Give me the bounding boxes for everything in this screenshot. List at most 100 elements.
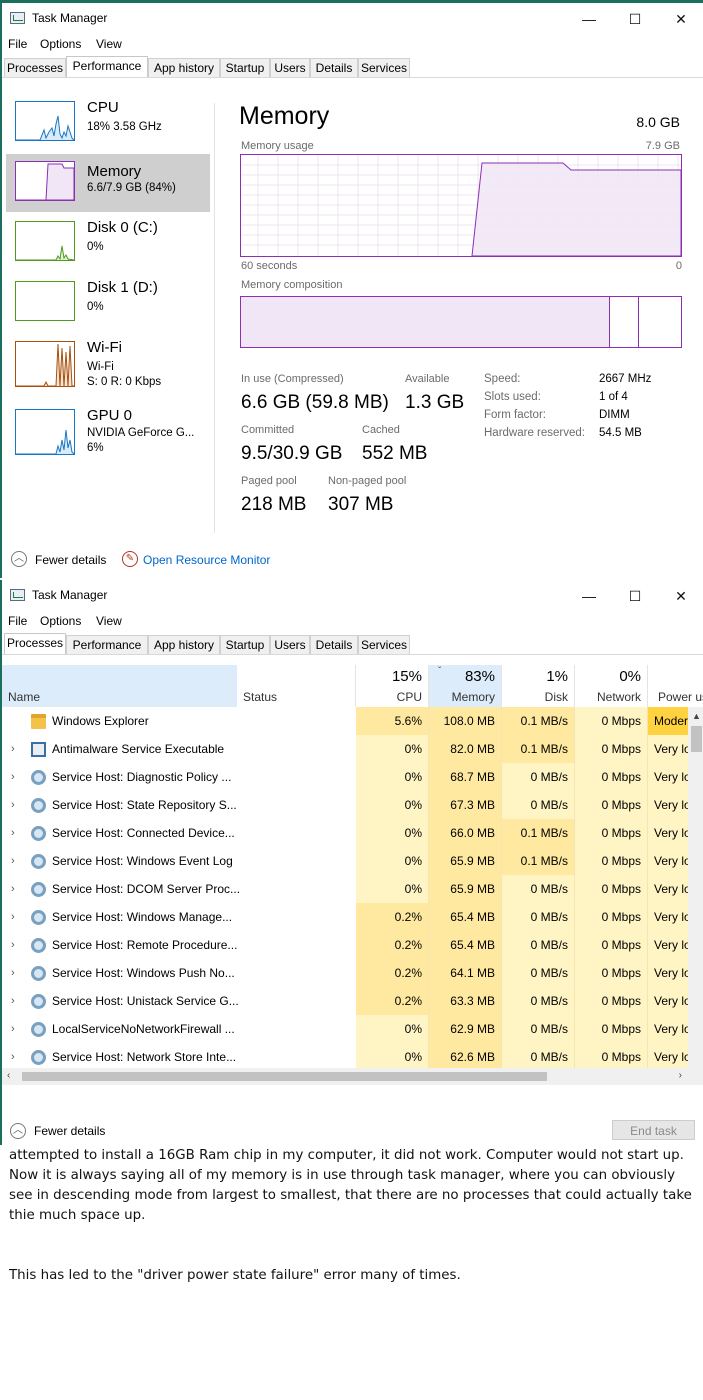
hw-speed-label: Speed: <box>484 373 521 385</box>
tab-services[interactable]: Services <box>358 58 410 77</box>
tab-app-history[interactable]: App history <box>148 635 220 654</box>
scroll-left-arrow-icon[interactable]: ‹ <box>7 1070 10 1081</box>
table-header: Name Status 15% CPU ˇ 83% Memory 1% Disk… <box>2 665 703 707</box>
scroll-up-arrow-icon[interactable]: ▲ <box>692 711 701 721</box>
in-use-label: In use (Compressed) <box>241 373 344 385</box>
table-row[interactable]: › Service Host: Windows Push No... 0.2% 64.… <box>2 959 703 987</box>
tab-users[interactable]: Users <box>270 635 310 654</box>
menu-view[interactable]: View <box>96 37 122 51</box>
table-row[interactable]: › Service Host: DCOM Server Proc... 0% 65.9… <box>2 875 703 903</box>
table-row[interactable]: › Service Host: Network Store Inte... 0% 62… <box>2 1043 703 1071</box>
vertical-scroll-thumb[interactable] <box>691 726 702 752</box>
menu-view[interactable]: View <box>96 614 122 628</box>
table-row[interactable]: › Service Host: Connected Device... 0% 66.0… <box>2 819 703 847</box>
tab-users[interactable]: Users <box>270 58 310 77</box>
expand-chevron-icon[interactable]: › <box>11 735 15 763</box>
tab-details[interactable]: Details <box>310 635 358 654</box>
minimize-button[interactable]: — <box>566 7 612 31</box>
menu-options[interactable]: Options <box>40 614 81 628</box>
sidebar-item-wifi[interactable]: Wi-Fi Wi-Fi S: 0 R: 0 Kbps <box>6 334 210 392</box>
process-disk-cell: 0 MB/s <box>502 959 575 987</box>
tab-services[interactable]: Services <box>358 635 410 654</box>
column-network[interactable]: 0% Network <box>575 665 648 707</box>
tab-startup[interactable]: Startup <box>220 58 270 77</box>
expand-chevron-icon[interactable]: › <box>11 987 15 1015</box>
menu-bar: File Options View <box>2 610 703 632</box>
committed-label: Committed <box>241 424 295 436</box>
tab-performance[interactable]: Performance <box>66 635 148 654</box>
process-net-cell: 0 Mbps <box>575 735 648 763</box>
column-status-label: Status <box>243 690 278 704</box>
column-cpu[interactable]: 15% CPU <box>356 665 429 707</box>
sidebar-item-memory-detail: 6.6/7.9 GB (84%) <box>87 182 176 194</box>
process-mem-cell: 65.9 MB <box>429 875 502 903</box>
scroll-right-arrow-icon[interactable]: › <box>679 1070 682 1081</box>
maximize-button[interactable]: ☐ <box>612 584 658 608</box>
menu-options[interactable]: Options <box>40 37 81 51</box>
hw-reserved-value: 54.5 MB <box>599 427 642 439</box>
tab-processes[interactable]: Processes <box>4 633 66 654</box>
column-network-label: Network <box>596 690 641 704</box>
process-cpu-cell: 5.6% <box>356 707 429 735</box>
table-row[interactable]: › Antimalware Service Executable 0% 82.0 MB… <box>2 735 703 763</box>
composition-standby-divider <box>638 297 639 347</box>
table-row[interactable]: › Service Host: State Repository S... 0% 67… <box>2 791 703 819</box>
close-button[interactable]: ✕ <box>658 584 703 608</box>
column-status[interactable]: Status <box>237 665 356 707</box>
tab-performance[interactable]: Performance <box>66 56 148 77</box>
sidebar-item-memory[interactable]: Memory 6.6/7.9 GB (84%) <box>6 154 210 212</box>
vertical-scrollbar[interactable]: ▲ <box>688 707 703 1085</box>
expand-chevron-icon[interactable]: › <box>11 875 15 903</box>
available-value: 1.3 GB <box>405 392 465 413</box>
table-row[interactable]: › Service Host: Windows Manage... 0.2% 65.4… <box>2 903 703 931</box>
sidebar-item-gpu[interactable]: GPU 0 NVIDIA GeForce G... 6% <box>6 404 210 462</box>
tab-processes[interactable]: Processes <box>4 58 66 77</box>
hw-slots-value: 1 of 4 <box>599 391 628 403</box>
horizontal-scrollbar[interactable]: ‹ › <box>2 1068 688 1085</box>
process-disk-cell: 0.1 MB/s <box>502 707 575 735</box>
menu-file[interactable]: File <box>8 614 27 628</box>
open-resource-monitor-link[interactable]: Open Resource Monitor <box>143 553 270 567</box>
end-task-button[interactable]: End task <box>612 1120 695 1140</box>
available-label: Available <box>405 373 450 385</box>
expand-chevron-icon[interactable]: › <box>11 1015 15 1043</box>
sidebar-item-disk1[interactable]: Disk 1 (D:) 0% <box>6 274 210 332</box>
expand-chevron-icon[interactable]: › <box>11 931 15 959</box>
expand-chevron-icon[interactable]: › <box>11 791 15 819</box>
chevron-up-icon[interactable]: ︿ <box>11 551 27 567</box>
column-memory[interactable]: ˇ 83% Memory <box>429 665 502 707</box>
table-row[interactable]: › Service Host: Unistack Service G... 0.2%… <box>2 987 703 1015</box>
minimize-button[interactable]: — <box>566 584 612 608</box>
horizontal-scroll-thumb[interactable] <box>22 1072 547 1081</box>
tab-details[interactable]: Details <box>310 58 358 77</box>
fewer-details-link[interactable]: Fewer details <box>35 553 106 567</box>
close-button[interactable]: ✕ <box>658 7 703 31</box>
column-disk[interactable]: 1% Disk <box>502 665 575 707</box>
process-mem-cell: 82.0 MB <box>429 735 502 763</box>
menu-file[interactable]: File <box>8 37 27 51</box>
tab-startup[interactable]: Startup <box>220 635 270 654</box>
expand-chevron-icon[interactable]: › <box>11 1043 15 1071</box>
column-power-usage[interactable]: Power us <box>648 665 703 707</box>
expand-chevron-icon[interactable]: › <box>11 959 15 987</box>
expand-chevron-icon[interactable]: › <box>11 903 15 931</box>
table-row[interactable]: › Service Host: Remote Procedure... 0.2% 65… <box>2 931 703 959</box>
process-cpu-cell: 0% <box>356 735 429 763</box>
tab-app-history[interactable]: App history <box>148 58 220 77</box>
title-bar: Task Manager — ☐ ✕ <box>2 3 703 33</box>
resource-monitor-icon[interactable]: ✎ <box>122 551 138 567</box>
expand-chevron-icon[interactable]: › <box>11 847 15 875</box>
table-row[interactable]: › Service Host: Diagnostic Policy ... 0% 68… <box>2 763 703 791</box>
table-row[interactable]: › LocalServiceNoNetworkFirewall ... 0% 62.9… <box>2 1015 703 1043</box>
column-name[interactable]: Name <box>2 665 237 707</box>
fewer-details-link[interactable]: Fewer details <box>34 1124 105 1138</box>
table-row[interactable]: Windows Explorer 5.6% 108.0 MB 0.1 MB/s 0 Mb… <box>2 707 703 735</box>
expand-chevron-icon[interactable]: › <box>11 819 15 847</box>
maximize-button[interactable]: ☐ <box>612 7 658 31</box>
table-row[interactable]: › Service Host: Windows Event Log 0% 65.9 M… <box>2 847 703 875</box>
process-disk-cell: 0 MB/s <box>502 791 575 819</box>
process-name: LocalServiceNoNetworkFirewall ... <box>52 1022 235 1036</box>
composition-in-use <box>241 297 610 347</box>
chevron-up-icon[interactable]: ︿ <box>10 1123 26 1139</box>
expand-chevron-icon[interactable]: › <box>11 763 15 791</box>
